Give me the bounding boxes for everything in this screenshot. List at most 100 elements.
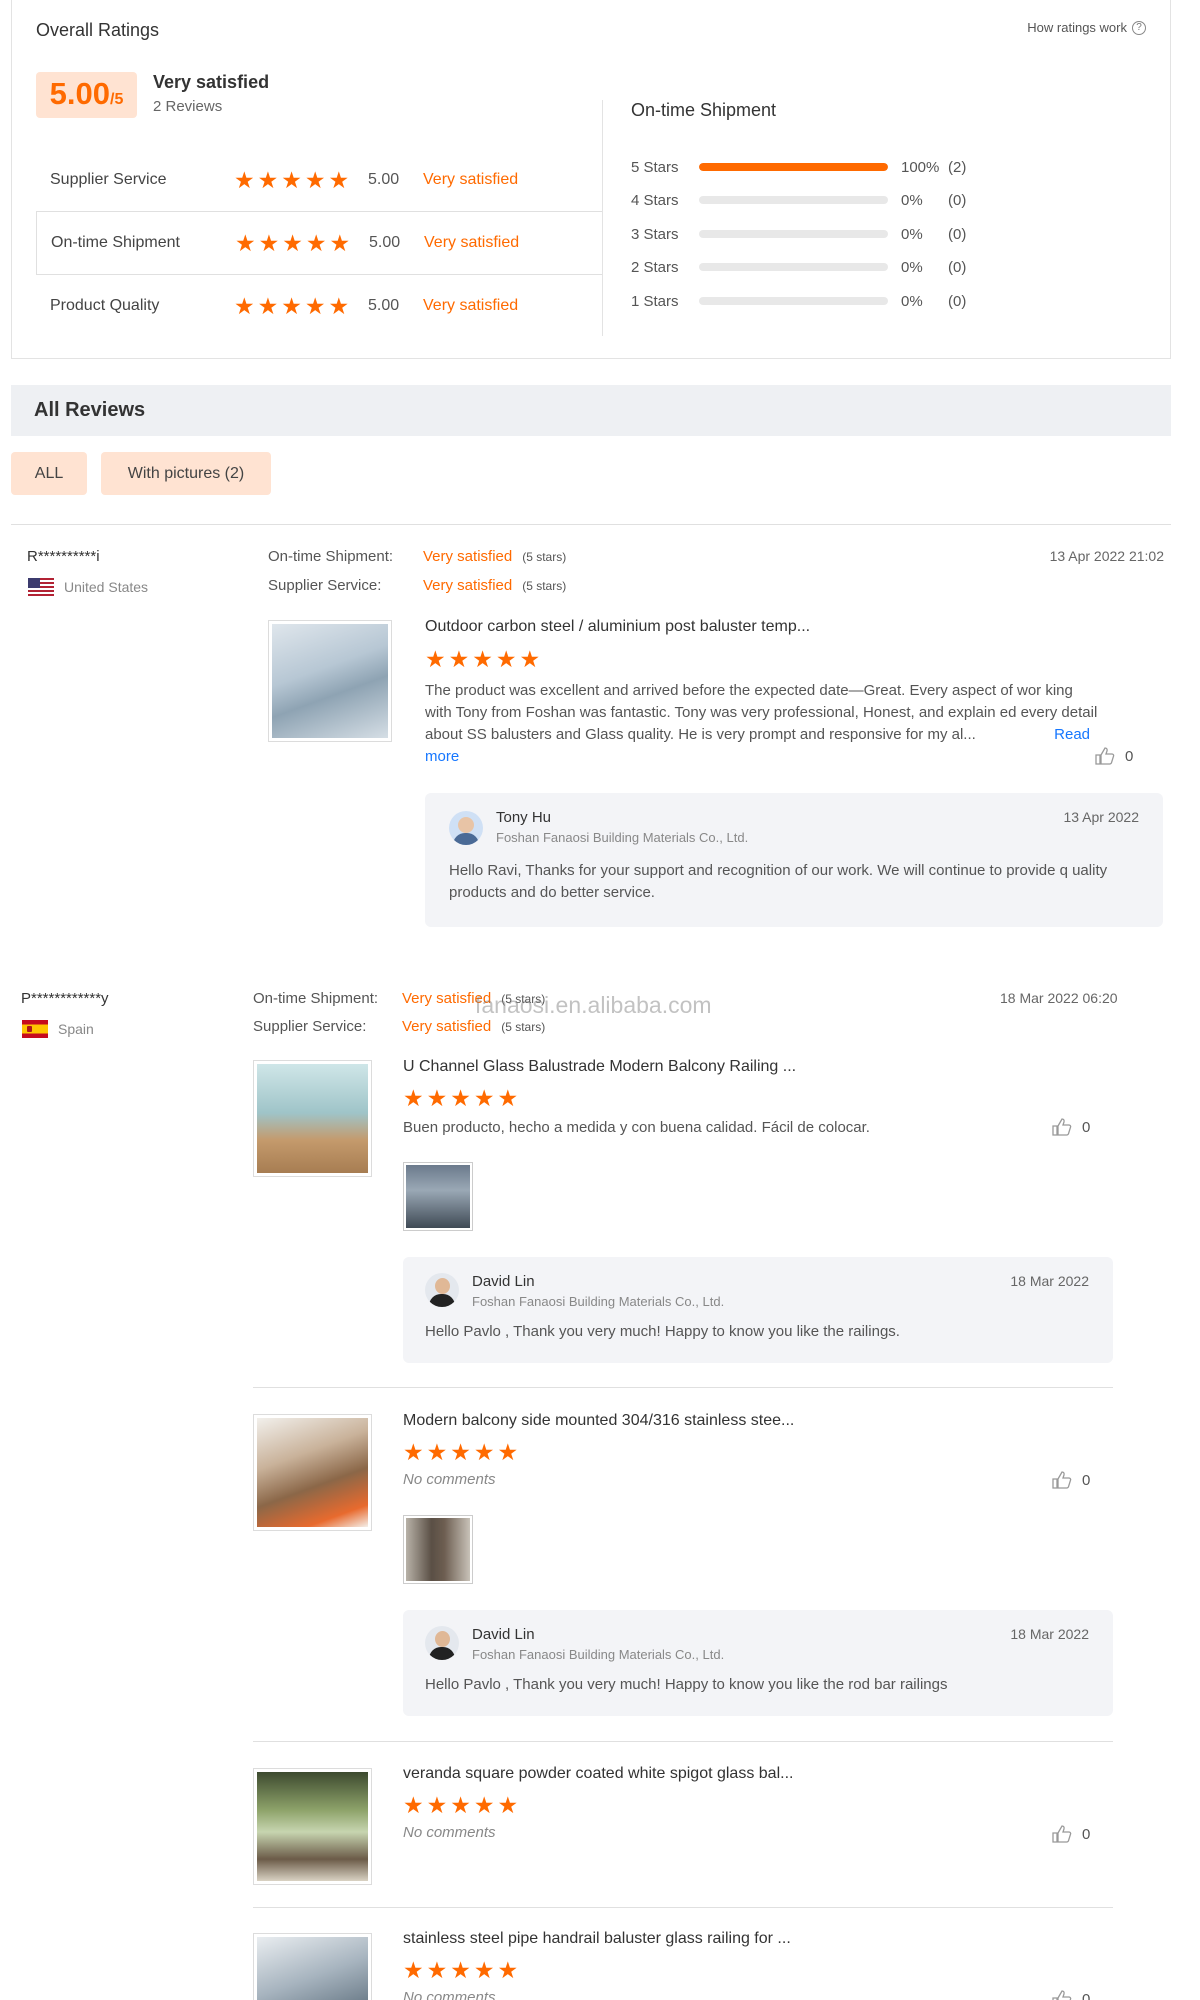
product-thumbnail[interactable] [268,620,392,742]
distribution-row-1: 1 Stars 0% (0) [631,290,988,312]
product-title[interactable]: veranda square powder coated white spigo… [403,1765,793,1783]
shipment-label: On-time Shipment: [253,990,379,1007]
how-ratings-work-link[interactable]: How ratings work ? [1027,20,1146,35]
distribution-percent: 0% [901,258,923,276]
rating-row-satisfaction: Very satisfied [424,234,520,251]
rating-row-label: Product Quality [50,297,160,314]
help-icon: ? [1132,20,1146,35]
star-rating: ★ ★ ★ ★ ★ [235,229,369,256]
star-icon: ★ [281,166,302,193]
product-title[interactable]: Modern balcony side mounted 304/316 stai… [403,1412,794,1430]
overall-ratings-title: Overall Ratings [36,20,160,40]
star-icon: ★ [497,1085,519,1111]
distribution-label: 4 Stars [631,191,679,209]
filter-with-pictures-button[interactable]: With pictures (2) [101,452,271,495]
distribution-row-2: 2 Stars 0% (0) [631,256,988,278]
distribution-bar [699,230,888,238]
shipment-rating: On-time Shipment: Very satisfied (5 star… [268,548,566,565]
rating-row-supplier-service[interactable]: Supplier Service ★ ★ ★ ★ ★ 5.00 Very satisfi… [36,148,603,212]
star-icon: ★ [426,1085,448,1111]
star-icon: ★ [450,1792,471,1818]
reviewer-name: R**********i [27,548,100,565]
like-count: 0 [1082,1118,1091,1136]
star-icon: ★ [497,1439,519,1465]
thumbs-up-icon [1052,1825,1072,1843]
distribution-row-5: 5 Stars 100% (2) [631,156,988,178]
service-rating: Supplier Service: Very satisfied (5 star… [253,1018,545,1035]
distribution-bar [699,196,888,204]
star-icon: ★ [448,646,470,672]
reviewer-country: United States [28,578,148,596]
product-title[interactable]: U Channel Glass Balustrade Modern Balcon… [403,1058,796,1076]
distribution-label: 5 Stars [631,158,679,176]
star-icon: ★ [234,166,255,193]
rating-row-satisfaction: Very satisfied [423,171,519,188]
product-thumbnail[interactable] [253,1933,372,2000]
review-photo[interactable] [403,1515,473,1584]
star-icon: ★ [304,292,326,319]
like-button[interactable]: 0 [1052,1825,1090,1843]
product-thumbnail[interactable] [253,1060,372,1177]
reviewer-country: Spain [22,1020,94,1038]
distribution-percent: 0% [901,225,923,243]
star-icon: ★ [495,646,517,672]
star-icon: ★ [329,229,351,256]
star-icon: ★ [282,229,303,256]
product-divider [253,1387,1113,1388]
replier-name: Tony Hu [496,809,552,826]
star-icon: ★ [281,292,302,319]
distribution-label: 1 Stars [631,292,679,310]
reply-date: 18 Mar 2022 [1010,1273,1089,1289]
rating-row-on-time-shipment[interactable]: On-time Shipment ★ ★ ★ ★ ★ 5.00 Very satisfi… [36,211,603,275]
star-icon: ★ [450,1957,471,1983]
filter-all-button[interactable]: ALL [11,452,87,495]
rating-row-label: Supplier Service [50,171,167,188]
star-icon: ★ [257,292,279,319]
all-reviews-title: All Reviews [34,399,146,421]
supplier-reply: David Lin Foshan Fanaosi Building Materi… [403,1257,1113,1363]
service-value: Very satisfied [402,1018,492,1035]
product-title[interactable]: stainless steel pipe handrail baluster g… [403,1930,791,1948]
star-icon: ★ [425,646,446,672]
review-photo[interactable] [403,1162,473,1231]
star-icon: ★ [426,1957,448,1983]
product-rating: ★ ★ ★ ★ ★ [403,1959,518,1982]
distribution-percent: 100% [901,158,940,176]
review-body: The product was excellent and arrived be… [425,682,1098,743]
no-comments-text: No comments [403,1989,496,2000]
avatar [449,811,483,845]
distribution-count: (0) [948,292,967,310]
overall-score-suffix: /5 [110,91,124,108]
distribution-percent: 0% [901,292,923,310]
star-icon: ★ [473,1792,495,1818]
product-thumbnail[interactable] [253,1414,372,1531]
distribution-bar [699,263,888,271]
like-button[interactable]: 0 [1052,1990,1090,2000]
product-divider [253,1907,1113,1908]
product-thumbnail[interactable] [253,1768,372,1885]
star-icon: ★ [258,229,280,256]
panel-divider [602,100,603,336]
shipment-label: On-time Shipment: [268,548,394,565]
rating-row-label: On-time Shipment [51,234,180,251]
thumbs-up-icon [1095,747,1115,765]
like-count: 0 [1082,1825,1091,1843]
distribution-row-4: 4 Stars 0% (0) [631,189,988,211]
product-rating: ★ ★ ★ ★ ★ [403,1441,518,1464]
like-button[interactable]: 0 [1052,1471,1090,1489]
like-button[interactable]: 0 [1095,747,1133,765]
product-title[interactable]: Outdoor carbon steel / aluminium post ba… [425,618,810,636]
star-icon: ★ [328,292,350,319]
supplier-reply: David Lin Foshan Fanaosi Building Materi… [403,1610,1113,1716]
review-text: Buen producto, hecho a medida y con buen… [403,1119,870,1136]
reply-text: Hello Pavlo , Thank you very much! Happy… [425,1323,900,1340]
service-value: Very satisfied [423,577,513,594]
reply-date: 13 Apr 2022 [1063,809,1139,825]
product-rating: ★ ★ ★ ★ ★ [403,1794,518,1817]
star-icon: ★ [472,646,493,672]
reply-date: 18 Mar 2022 [1010,1626,1089,1642]
rating-row-product-quality[interactable]: Product Quality ★ ★ ★ ★ ★ 5.00 Very satisfie… [36,274,603,338]
like-button[interactable]: 0 [1052,1118,1090,1136]
distribution-label: 2 Stars [631,258,679,276]
star-icon: ★ [403,1957,424,1983]
